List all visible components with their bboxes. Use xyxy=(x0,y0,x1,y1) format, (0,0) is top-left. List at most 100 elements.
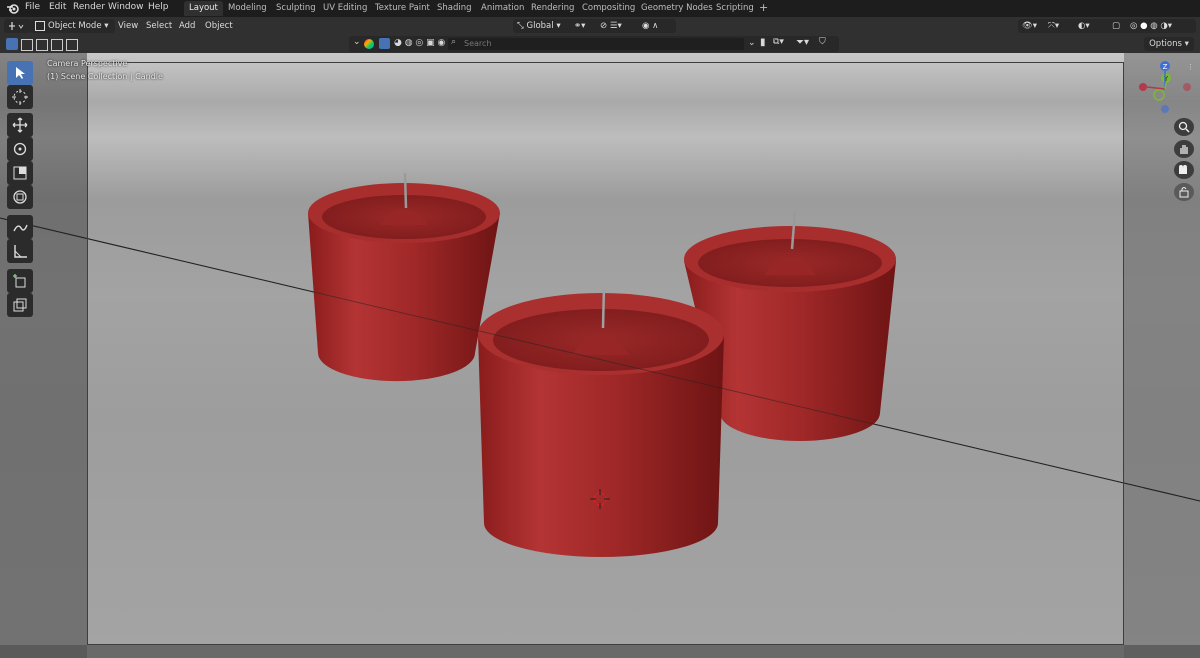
search-chevron-icon[interactable]: ⌄ xyxy=(748,38,756,48)
menu-render[interactable]: Render xyxy=(73,2,105,12)
shield-icon[interactable]: ⛉ xyxy=(819,37,826,47)
tab-texture-paint[interactable]: Texture Paint xyxy=(370,1,435,16)
tab-geometry-nodes[interactable]: Geometry Nodes xyxy=(636,1,718,16)
selection-mode-buttons[interactable] xyxy=(6,38,78,51)
search-input[interactable]: ⌕ Search xyxy=(448,37,744,50)
select-box-tool[interactable] xyxy=(7,61,33,85)
menu-view[interactable]: View xyxy=(118,19,138,33)
cursor-tool[interactable] xyxy=(7,85,33,109)
menu-edit[interactable]: Edit xyxy=(49,2,66,12)
camera-view-button[interactable] xyxy=(1174,161,1194,179)
camera-icon xyxy=(1179,165,1187,174)
menu-file[interactable]: File xyxy=(25,2,40,12)
collection-filter-icon[interactable]: ⧉▾ xyxy=(773,37,784,47)
axes-icon xyxy=(9,22,24,30)
measure-icon xyxy=(14,245,27,258)
zoom-icon xyxy=(1178,121,1190,133)
hand-icon xyxy=(1180,145,1188,154)
add-workspace-button[interactable]: + xyxy=(754,0,773,15)
wireframe-icon[interactable]: ◎ xyxy=(1130,21,1137,31)
snap-toggle[interactable]: ⊘ ☰▾ xyxy=(596,19,642,33)
select-box-icon xyxy=(16,67,25,79)
annotate-icon xyxy=(13,224,28,232)
object-mode-icon xyxy=(35,20,45,31)
add-cube-icon xyxy=(13,274,26,288)
gizmo-y-label: Y xyxy=(1163,75,1169,83)
orientation-icon: ⤡ xyxy=(517,21,524,31)
tab-shading[interactable]: Shading xyxy=(432,1,477,16)
select-invert-icon[interactable] xyxy=(51,39,63,51)
magnet-icon: ⊘ ☰ xyxy=(600,21,618,31)
tab-layout[interactable]: Layout xyxy=(184,1,223,16)
zoom-button[interactable] xyxy=(1174,118,1194,136)
options-label: Options xyxy=(1149,39,1182,49)
search-placeholder: Search xyxy=(464,39,492,48)
shading-mode-buttons[interactable]: ◎ ● ◍ ◑▾ xyxy=(1126,19,1196,33)
funnel-icon[interactable]: ⏷▾ xyxy=(796,37,809,48)
solid-icon[interactable]: ● xyxy=(1140,21,1147,31)
orientation-label: Global xyxy=(526,21,554,31)
object-filter-icon[interactable] xyxy=(379,38,390,49)
select-subtract-icon[interactable] xyxy=(36,39,48,51)
gizmo-toggle[interactable]: ⤧▾ xyxy=(1044,19,1078,33)
material-icon[interactable]: ◍ xyxy=(1150,21,1157,31)
select-extend-icon[interactable] xyxy=(21,39,33,51)
measure-tool[interactable] xyxy=(7,239,33,263)
lock-icon xyxy=(1179,187,1189,198)
rendered-icon[interactable]: ◑ xyxy=(1160,21,1167,31)
tab-modeling[interactable]: Modeling xyxy=(223,1,272,16)
filter-icons-row[interactable]: ◕ ◍ ◎ ▣ ◉ xyxy=(394,38,445,48)
camera-frame xyxy=(87,62,1124,645)
move-icon xyxy=(12,117,28,133)
3d-viewport[interactable]: Camera Perspective (1) Scene Collection … xyxy=(0,53,1200,658)
proportional-edit-icon: ◉ ∧ xyxy=(642,21,659,31)
cursor-icon xyxy=(12,89,28,105)
select-new-icon[interactable] xyxy=(6,38,18,50)
editor-type-dropdown[interactable] xyxy=(4,19,32,33)
tab-animation[interactable]: Animation xyxy=(476,1,529,16)
options-dropdown[interactable]: Options ▾ xyxy=(1144,37,1194,51)
collection-label: (1) Scene Collection | Candle xyxy=(47,72,163,81)
pan-button[interactable] xyxy=(1174,140,1194,158)
rotate-icon xyxy=(13,142,27,156)
mode-dropdown[interactable]: Object Mode ▾ xyxy=(31,19,115,33)
rotate-tool[interactable] xyxy=(7,137,33,161)
menu-add[interactable]: Add xyxy=(179,19,195,33)
menu-select[interactable]: Select xyxy=(146,19,172,33)
display-filter-icon[interactable] xyxy=(364,39,374,49)
lock-camera-button[interactable] xyxy=(1174,183,1194,201)
gizmo-z-label: Z xyxy=(1163,63,1168,71)
viewport-header: Object Mode ▾ View Select Add Object ⤡ G… xyxy=(0,17,1200,35)
overlay-icon: ◐ xyxy=(1078,21,1086,31)
mode-label: Object Mode xyxy=(48,21,102,31)
tab-rendering[interactable]: Rendering xyxy=(526,1,579,16)
pivot-icon: ⚭ xyxy=(574,21,582,31)
tab-uv-editing[interactable]: UV Editing xyxy=(318,1,372,16)
menu-window[interactable]: Window xyxy=(108,2,144,12)
scale-tool[interactable] xyxy=(7,161,33,185)
proportional-edit-toggle[interactable]: ◉ ∧ xyxy=(638,19,676,33)
chevron-down-icon[interactable]: ⌄ xyxy=(353,37,361,47)
top-menu-bar: File Edit Render Window Help Layout Mode… xyxy=(0,0,1200,17)
perspective-label: Camera Perspective xyxy=(47,59,128,68)
tab-scripting[interactable]: Scripting xyxy=(711,1,759,16)
bookmark-icon[interactable]: ▮ xyxy=(760,37,766,48)
move-tool[interactable] xyxy=(7,113,33,137)
extrude-tool[interactable] xyxy=(7,293,33,317)
search-icon: ⌕ xyxy=(451,37,457,47)
menu-help[interactable]: Help xyxy=(148,2,169,12)
overlay-toggle[interactable]: ◐▾ xyxy=(1074,19,1112,33)
menu-object[interactable]: Object xyxy=(205,19,233,33)
select-intersect-icon[interactable] xyxy=(66,39,78,51)
gizmo-icon: ⤧ xyxy=(1048,21,1055,31)
extrude-cube-icon xyxy=(13,298,27,312)
add-cube-tool[interactable] xyxy=(7,269,33,293)
xray-icon: ▢ xyxy=(1112,21,1121,31)
transform-tool[interactable] xyxy=(7,185,33,209)
annotate-tool[interactable] xyxy=(7,215,33,239)
orientation-dropdown[interactable]: ⤡ Global ▾ xyxy=(513,19,573,33)
tab-compositing[interactable]: Compositing xyxy=(577,1,640,16)
gizmo-extra-icon: ⋮ xyxy=(1187,63,1194,71)
tab-sculpting[interactable]: Sculpting xyxy=(271,1,321,16)
blender-logo-icon[interactable] xyxy=(6,2,20,15)
